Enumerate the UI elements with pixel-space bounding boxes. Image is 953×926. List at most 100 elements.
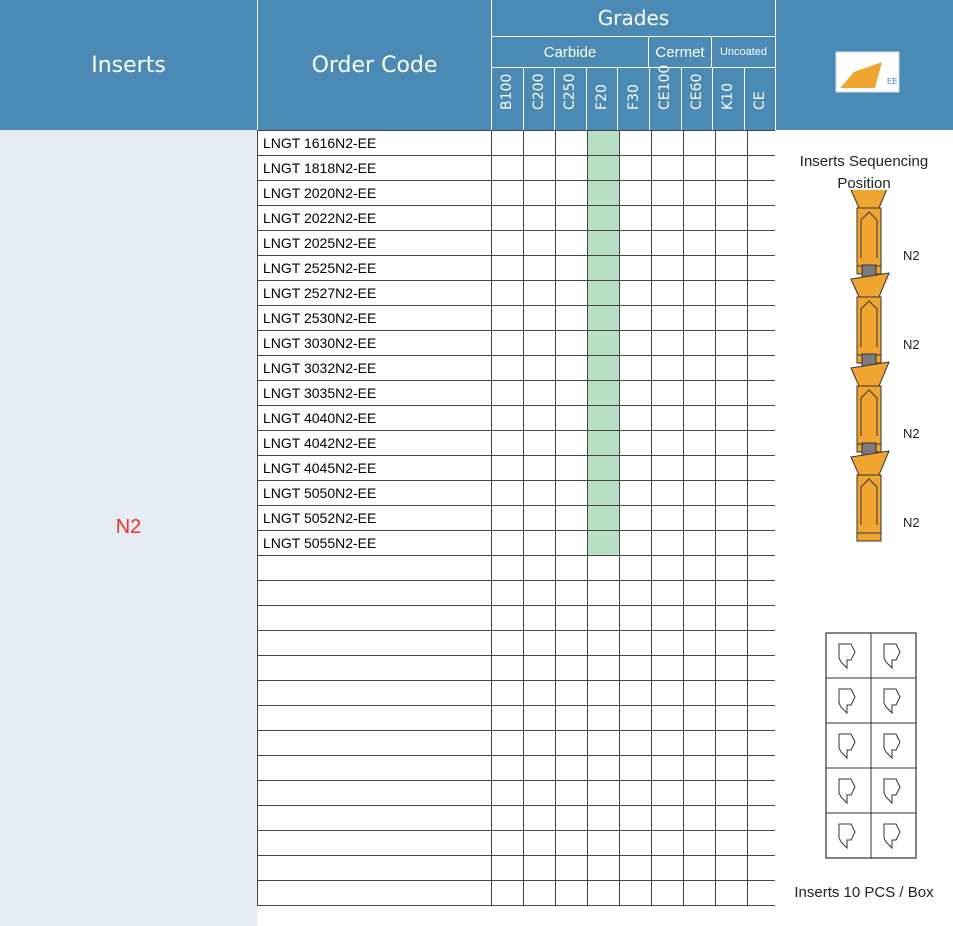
insert-icon bbox=[850, 190, 888, 275]
grade-header-label: CE60 bbox=[688, 73, 705, 110]
grade-cell bbox=[683, 130, 716, 156]
order-code-cell: LNGT 2020N2-EE bbox=[257, 180, 492, 206]
grade-cell bbox=[651, 505, 684, 531]
grade-cell bbox=[715, 755, 748, 781]
grade-cell bbox=[715, 555, 748, 581]
grade-cell bbox=[715, 730, 748, 756]
grade-cell bbox=[683, 455, 716, 481]
grade-cell bbox=[683, 505, 716, 531]
table-row: LNGT 5050N2-EE bbox=[257, 480, 780, 506]
grade-cell bbox=[651, 255, 684, 281]
grade-cell bbox=[715, 280, 748, 306]
grade-cell bbox=[555, 280, 588, 306]
grade-cell bbox=[651, 405, 684, 431]
order-code-cell bbox=[257, 805, 492, 831]
grade-cell bbox=[651, 705, 684, 731]
grade-header-k10: K10 bbox=[712, 68, 744, 130]
grade-cell bbox=[523, 230, 556, 256]
grade-cell bbox=[619, 655, 652, 681]
table-row: LNGT 4040N2-EE bbox=[257, 405, 780, 431]
grade-cell bbox=[651, 855, 684, 881]
grade-cell bbox=[683, 180, 716, 206]
grade-cell bbox=[523, 155, 556, 181]
table-row: LNGT 5055N2-EE bbox=[257, 530, 780, 556]
grade-cell bbox=[491, 430, 524, 456]
grade-cell bbox=[683, 430, 716, 456]
grade-cell bbox=[715, 205, 748, 231]
grade-cell bbox=[491, 280, 524, 306]
grade-cell bbox=[523, 180, 556, 206]
grade-cell bbox=[651, 205, 684, 231]
grade-cell bbox=[619, 380, 652, 406]
grade-cell bbox=[491, 730, 524, 756]
grade-cell bbox=[523, 830, 556, 856]
grade-cell bbox=[683, 405, 716, 431]
grade-cell bbox=[619, 130, 652, 156]
table-row: LNGT 2525N2-EE bbox=[257, 255, 780, 281]
grade-header-label: K10 bbox=[720, 83, 737, 110]
grade-cell bbox=[523, 780, 556, 806]
grade-cell bbox=[715, 480, 748, 506]
grade-cell bbox=[587, 780, 620, 806]
grade-cell bbox=[651, 455, 684, 481]
grade-cell bbox=[619, 805, 652, 831]
grade-cell bbox=[683, 755, 716, 781]
grade-header-label: C200 bbox=[530, 73, 547, 111]
grade-cell bbox=[555, 505, 588, 531]
table-row: LNGT 3032N2-EE bbox=[257, 355, 780, 381]
grade-cell bbox=[491, 255, 524, 281]
order-code-cell bbox=[257, 705, 492, 731]
table-row bbox=[257, 680, 780, 706]
order-code-cell: LNGT 2525N2-EE bbox=[257, 255, 492, 281]
grade-cell bbox=[715, 180, 748, 206]
grade-cell bbox=[683, 630, 716, 656]
grade-cell bbox=[715, 430, 748, 456]
grade-cell bbox=[555, 230, 588, 256]
grade-cell bbox=[715, 680, 748, 706]
grade-cell bbox=[715, 130, 748, 156]
grade-cell bbox=[715, 705, 748, 731]
grade-cell bbox=[555, 455, 588, 481]
grade-cell bbox=[651, 780, 684, 806]
position-label: N2 bbox=[903, 515, 920, 530]
grade-cell bbox=[619, 505, 652, 531]
order-code-cell: LNGT 5055N2-EE bbox=[257, 530, 492, 556]
grade-cell-available bbox=[587, 255, 620, 281]
grade-cell bbox=[715, 355, 748, 381]
grade-cell bbox=[619, 830, 652, 856]
grade-cell bbox=[523, 505, 556, 531]
grade-cell bbox=[523, 605, 556, 631]
grade-cell bbox=[715, 380, 748, 406]
grade-cell bbox=[619, 605, 652, 631]
grade-cell bbox=[651, 755, 684, 781]
grade-header-label: C250 bbox=[562, 73, 579, 111]
grade-cell bbox=[619, 280, 652, 306]
header-grades: Grades bbox=[491, 0, 775, 37]
table-row bbox=[257, 855, 780, 881]
grade-cell bbox=[587, 630, 620, 656]
grade-cell bbox=[555, 630, 588, 656]
grade-cell bbox=[619, 155, 652, 181]
order-code-cell bbox=[257, 580, 492, 606]
grade-cell bbox=[683, 780, 716, 806]
grade-cell bbox=[683, 805, 716, 831]
grade-cell bbox=[491, 480, 524, 506]
grade-cell bbox=[491, 230, 524, 256]
grade-cell bbox=[651, 430, 684, 456]
grade-cell bbox=[619, 355, 652, 381]
grade-cell bbox=[619, 880, 652, 906]
grade-cell bbox=[587, 680, 620, 706]
table-row: LNGT 1616N2-EE bbox=[257, 130, 780, 156]
grade-cell bbox=[683, 255, 716, 281]
grade-cell-available bbox=[587, 355, 620, 381]
grade-cell bbox=[555, 180, 588, 206]
grade-cell bbox=[715, 630, 748, 656]
table-row: LNGT 3030N2-EE bbox=[257, 330, 780, 356]
grade-cell bbox=[555, 205, 588, 231]
grade-cell bbox=[619, 855, 652, 881]
grade-cell bbox=[715, 655, 748, 681]
grade-cell bbox=[619, 430, 652, 456]
grade-cell bbox=[683, 705, 716, 731]
grade-cell-available bbox=[587, 180, 620, 206]
grade-cell bbox=[683, 280, 716, 306]
